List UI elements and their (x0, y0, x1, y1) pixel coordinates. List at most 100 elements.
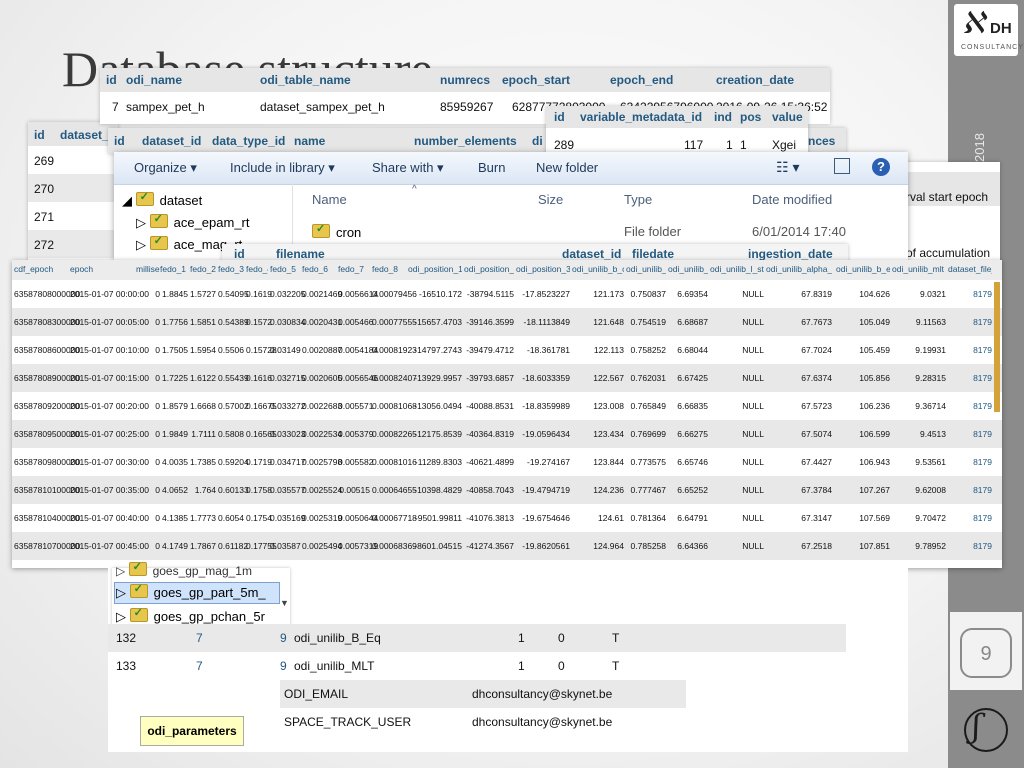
tree-item-goes-gp-pchan[interactable]: ▷ goes_gp_pchan_5r (116, 606, 265, 625)
column-header[interactable]: fedo_5 (270, 264, 300, 274)
column-header[interactable]: cdf_epoch (14, 264, 68, 274)
table-cell[interactable]: 7 (196, 631, 203, 645)
table-cell: 1.6668 (190, 401, 216, 411)
column-header[interactable]: rval start epoch (906, 190, 988, 204)
column-header[interactable]: fedo_3 (218, 264, 244, 274)
table-cell: NULL (742, 485, 764, 495)
column-header[interactable]: data_type_id (212, 134, 285, 148)
column-header[interactable]: epoch (70, 264, 134, 274)
column-header[interactable]: dataset_ (60, 128, 109, 142)
new-folder-button[interactable]: New folder (536, 160, 598, 175)
table-cell[interactable]: 8179 (948, 485, 992, 495)
column-header[interactable]: dataset_id (562, 247, 621, 261)
column-header[interactable]: di (532, 134, 543, 148)
column-header[interactable]: number_elements (414, 134, 517, 148)
column-header[interactable]: dataset_id (142, 134, 201, 148)
column-header[interactable]: dataset_file_id (948, 264, 992, 274)
column-header[interactable]: fedo_6 (302, 264, 336, 274)
column-header[interactable]: numrecs (440, 73, 490, 87)
column-header[interactable]: odi_unilib_l (626, 264, 666, 274)
preview-pane-icon[interactable] (834, 158, 850, 174)
column-header[interactable]: id (106, 73, 117, 87)
column-header[interactable]: filename (276, 247, 325, 261)
table-cell[interactable]: 9 (280, 659, 287, 673)
column-header[interactable]: id (34, 128, 45, 142)
table-cell[interactable]: 8179 (948, 345, 992, 355)
column-header[interactable]: ind (714, 110, 732, 124)
table-cell: -41274.3567 (466, 541, 514, 551)
table-cell: 107.569 (859, 513, 890, 523)
column-header[interactable]: millisec (136, 264, 160, 274)
column-header[interactable]: odi_name (126, 73, 182, 87)
tree-item-goes-gp-part[interactable]: ▷ goes_gp_part_5m_ (116, 582, 266, 601)
column-header[interactable]: odi_unilib_alpha_eq (766, 264, 832, 274)
column-header[interactable]: fedo_8 (372, 264, 406, 274)
column-header[interactable]: odi_unilib_b_calc (572, 264, 624, 274)
column-header[interactable]: id (234, 247, 245, 261)
organize-button[interactable]: Organize ▾ (134, 160, 197, 176)
column-header[interactable]: odi_position_1 (408, 264, 462, 274)
table-cell[interactable]: 8179 (948, 429, 992, 439)
column-header[interactable]: odi_unilib_b_eq (836, 264, 890, 274)
column-name-header[interactable]: Name (312, 192, 347, 207)
file-row-cron[interactable]: cron (312, 222, 361, 240)
table-cell[interactable]: 7 (196, 659, 203, 673)
column-header[interactable]: id (114, 134, 125, 148)
table-cell[interactable]: 8179 (948, 317, 992, 327)
column-header[interactable]: name (294, 134, 325, 148)
table-cell: 0.032715 (270, 373, 306, 383)
column-header[interactable]: ingestion_date (748, 247, 833, 261)
burn-button[interactable]: Burn (478, 160, 505, 175)
tree-item-dataset[interactable]: ◢ dataset (122, 190, 202, 209)
share-with-button[interactable]: Share with ▾ (372, 160, 444, 176)
table-cell: 0.035577 (270, 485, 306, 495)
scroll-down-icon[interactable]: ▼ (280, 598, 289, 608)
column-header[interactable]: creation_date (716, 73, 794, 87)
table-cell[interactable]: 8179 (948, 373, 992, 383)
table-cell[interactable]: 8179 (948, 401, 992, 411)
column-header[interactable]: variable_metadata_id (580, 110, 702, 124)
column-header[interactable]: epoch_start (502, 73, 570, 87)
table-cell: -11289.8303 (414, 457, 462, 467)
column-header[interactable]: fedo_4 (246, 264, 268, 274)
column-header[interactable]: odi_table_name (260, 73, 351, 87)
column-header[interactable]: id (554, 110, 565, 124)
table-cell[interactable]: 8179 (948, 457, 992, 467)
column-size-header[interactable]: Size (538, 192, 563, 207)
tree-item-ace-epam-rt[interactable]: ▷ ace_epam_rt (136, 212, 250, 231)
table-cell: 0.769699 (630, 429, 666, 439)
table-cell: 0.0020431 (302, 317, 343, 327)
column-header[interactable]: epoch_end (610, 73, 673, 87)
column-header[interactable]: filedate (632, 247, 674, 261)
table-cell: 2015-01-07 00:45:00 (70, 541, 149, 551)
column-header[interactable]: odi_position_3 (516, 264, 570, 274)
table-cell[interactable]: 8179 (948, 541, 992, 551)
column-header[interactable]: pos (740, 110, 761, 124)
table-cell[interactable]: 8179 (948, 289, 992, 299)
odi-parameters-tag[interactable]: odi_parameters (140, 716, 244, 746)
column-date-header[interactable]: Date modified (752, 192, 832, 207)
help-icon[interactable]: ? (872, 158, 890, 176)
tree-item-goes-gp-mag[interactable]: ▷ goes_gp_mag_1m (116, 560, 252, 578)
folder-icon (312, 222, 330, 238)
column-header[interactable]: fedo_2 (190, 264, 216, 274)
table-cell[interactable]: 8179 (948, 513, 992, 523)
table-cell: NULL (742, 429, 764, 439)
table-cell[interactable]: 9 (280, 631, 287, 645)
scrollbar-thumb[interactable] (994, 282, 1000, 412)
column-header[interactable]: fedo_1 (160, 264, 188, 274)
column-type-header[interactable]: Type (624, 192, 652, 207)
column-header[interactable]: odi_position_2 (464, 264, 514, 274)
table-cell: 67.7024 (801, 345, 832, 355)
column-header[interactable]: odi_unilib_mlt (892, 264, 946, 274)
column-header[interactable]: odi_unilib_l (668, 264, 708, 274)
column-header[interactable]: fedo_7 (338, 264, 370, 274)
table-cell: 105.856 (859, 373, 890, 383)
table-cell: -16510.172 (418, 289, 462, 299)
column-header[interactable]: value (772, 110, 803, 124)
include-in-library-button[interactable]: Include in library ▾ (230, 160, 335, 176)
view-options-icon[interactable]: ☷ ▾ (776, 159, 799, 176)
table-cell: 1 (518, 631, 525, 645)
column-header[interactable]: odi_unilib_l_star (710, 264, 764, 274)
column-header[interactable]: nces (808, 134, 835, 148)
